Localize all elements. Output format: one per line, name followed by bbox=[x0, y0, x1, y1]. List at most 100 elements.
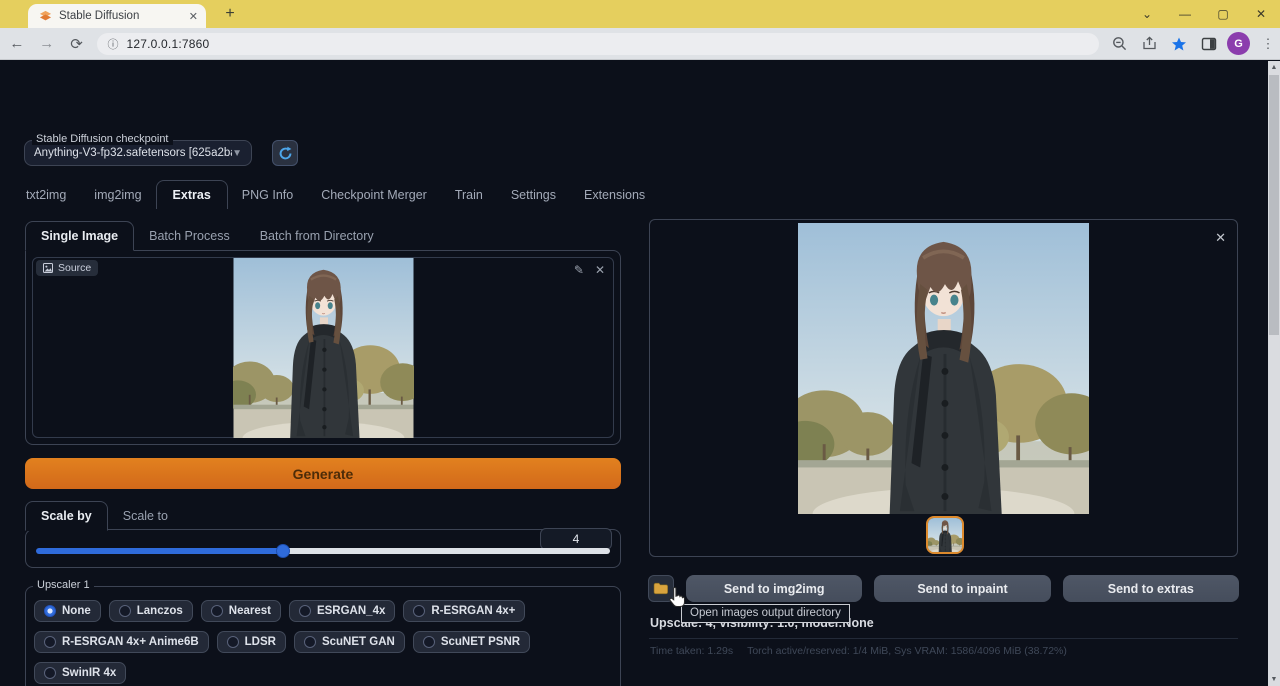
subtab-batch-from-directory[interactable]: Batch from Directory bbox=[245, 222, 389, 250]
scale-tabs: Scale byScale to bbox=[25, 501, 621, 530]
upscaler-1-option-nearest[interactable]: Nearest bbox=[201, 600, 281, 622]
upscaler-1-option-swinir-4x[interactable]: SwinIR 4x bbox=[34, 662, 126, 684]
upscaler-1-option-r-esrgan-4x-anime6b[interactable]: R-ESRGAN 4x+ Anime6B bbox=[34, 631, 209, 653]
close-window-icon[interactable]: ✕ bbox=[1242, 0, 1280, 28]
page-scrollbar[interactable]: ▲ ▼ bbox=[1268, 61, 1280, 686]
tab-checkpoint-merger[interactable]: Checkpoint Merger bbox=[307, 181, 441, 209]
checkpoint-dropdown[interactable]: Stable Diffusion checkpoint Anything-V3-… bbox=[24, 140, 252, 166]
profile-avatar[interactable]: G bbox=[1227, 32, 1250, 55]
image-drop-area[interactable]: Source ✎ ✕ bbox=[32, 257, 614, 438]
subtab-single-image[interactable]: Single Image bbox=[25, 221, 134, 251]
search-tabs-icon[interactable]: ⌄ bbox=[1128, 0, 1166, 28]
radio-icon[interactable] bbox=[413, 605, 425, 617]
option-label: ScuNET PSNR bbox=[441, 636, 520, 648]
tab-extensions[interactable]: Extensions bbox=[570, 181, 659, 209]
edit-image-icon[interactable]: ✎ bbox=[574, 263, 584, 277]
upscaler-1-option-r-esrgan-4x[interactable]: R-ESRGAN 4x+ bbox=[403, 600, 525, 622]
option-label: SwinIR 4x bbox=[62, 667, 116, 679]
screen: Stable Diffusion ✕ + ⌄ — ▢ ✕ ← → ⟳ ⓘ 127… bbox=[0, 0, 1280, 686]
refresh-icon bbox=[278, 146, 293, 161]
option-label: Nearest bbox=[229, 605, 271, 617]
upscaler-1-option-scunet-gan[interactable]: ScuNET GAN bbox=[294, 631, 405, 653]
clear-image-icon[interactable]: ✕ bbox=[595, 263, 605, 277]
send-to-img2img-button[interactable]: Send to img2img bbox=[686, 575, 862, 602]
slider-handle[interactable] bbox=[276, 544, 290, 558]
vram-text: Torch active/reserved: 1/4 MiB, Sys VRAM… bbox=[747, 645, 1067, 657]
generate-button[interactable]: Generate bbox=[25, 458, 621, 489]
upscaler-1-option-none[interactable]: None bbox=[34, 600, 101, 622]
radio-icon[interactable] bbox=[299, 605, 311, 617]
close-tab-icon[interactable]: ✕ bbox=[189, 10, 198, 23]
share-icon[interactable] bbox=[1137, 32, 1161, 56]
radio-icon[interactable] bbox=[119, 605, 131, 617]
zoom-icon[interactable] bbox=[1107, 32, 1131, 56]
maximize-icon[interactable]: ▢ bbox=[1204, 0, 1242, 28]
radio-icon[interactable] bbox=[211, 605, 223, 617]
tab-png-info[interactable]: PNG Info bbox=[228, 181, 307, 209]
image-icon bbox=[43, 263, 53, 273]
time-taken-text: Time taken: 1.29s bbox=[650, 645, 733, 657]
performance-footer: Time taken: 1.29s Torch active/reserved:… bbox=[650, 645, 1067, 657]
slider-track[interactable] bbox=[36, 548, 610, 554]
browser-tab-title: Stable Diffusion bbox=[59, 10, 189, 22]
scroll-down-icon[interactable]: ▼ bbox=[1268, 673, 1280, 686]
subtab-batch-process[interactable]: Batch Process bbox=[134, 222, 245, 250]
new-tab-button[interactable]: + bbox=[219, 3, 241, 25]
bookmark-star-icon[interactable] bbox=[1167, 32, 1191, 56]
tab-settings[interactable]: Settings bbox=[497, 181, 570, 209]
back-icon[interactable]: ← bbox=[4, 31, 30, 57]
radio-icon[interactable] bbox=[304, 636, 316, 648]
gallery-thumbnail-selected[interactable] bbox=[926, 516, 964, 554]
thumbnail-image bbox=[928, 518, 962, 552]
menu-kebab-icon[interactable]: ⋮ bbox=[1256, 32, 1280, 56]
radio-icon[interactable] bbox=[423, 636, 435, 648]
result-image[interactable] bbox=[798, 223, 1089, 514]
option-label: None bbox=[62, 605, 91, 617]
upscaler-1-option-lanczos[interactable]: Lanczos bbox=[109, 600, 193, 622]
tab-img2img[interactable]: img2img bbox=[80, 181, 155, 209]
forward-icon[interactable]: → bbox=[34, 31, 60, 57]
source-chip-label: Source bbox=[58, 262, 91, 274]
reload-icon[interactable]: ⟳ bbox=[64, 31, 90, 57]
tab-train[interactable]: Train bbox=[441, 181, 497, 209]
browser-tabstrip: Stable Diffusion ✕ + ⌄ — ▢ ✕ bbox=[0, 0, 1280, 28]
radio-icon[interactable] bbox=[44, 667, 56, 679]
send-to-inpaint-button[interactable]: Send to inpaint bbox=[874, 575, 1050, 602]
tab-extras[interactable]: Extras bbox=[156, 180, 228, 209]
main-tabs: txt2imgimg2imgExtrasPNG InfoCheckpoint M… bbox=[12, 179, 659, 209]
refresh-checkpoint-button[interactable] bbox=[272, 140, 298, 166]
checkpoint-value: Anything-V3-fp32.safetensors [625a2ba2] bbox=[34, 147, 232, 159]
url-text: 127.0.0.1:7860 bbox=[126, 37, 209, 51]
scaletab-scale-to[interactable]: Scale to bbox=[108, 502, 183, 530]
scaletab-scale-by[interactable]: Scale by bbox=[25, 501, 108, 531]
scrollbar-thumb[interactable] bbox=[1269, 75, 1279, 335]
source-image[interactable] bbox=[233, 258, 414, 438]
site-favicon-icon bbox=[39, 10, 52, 23]
url-bar[interactable]: ⓘ 127.0.0.1:7860 bbox=[97, 33, 1099, 55]
send-to-extras-button[interactable]: Send to extras bbox=[1063, 575, 1239, 602]
tab-txt2img[interactable]: txt2img bbox=[12, 181, 80, 209]
minimize-icon[interactable]: — bbox=[1166, 0, 1204, 28]
radio-icon[interactable] bbox=[227, 636, 239, 648]
option-label: ESRGAN_4x bbox=[317, 605, 385, 617]
extras-left-column: Single ImageBatch ProcessBatch from Dire… bbox=[25, 221, 621, 686]
upscaler-1-option-esrgan-4x[interactable]: ESRGAN_4x bbox=[289, 600, 395, 622]
upscaler-groups: Upscaler 1NoneLanczosNearestESRGAN_4xR-E… bbox=[25, 586, 621, 686]
upscaler-1-label: Upscaler 1 bbox=[33, 579, 94, 591]
radio-selected-icon[interactable] bbox=[44, 605, 56, 617]
browser-tab[interactable]: Stable Diffusion ✕ bbox=[28, 4, 206, 28]
option-label: R-ESRGAN 4x+ Anime6B bbox=[62, 636, 199, 648]
site-info-icon[interactable]: ⓘ bbox=[107, 36, 118, 52]
upscaler-1-option-scunet-psnr[interactable]: ScuNET PSNR bbox=[413, 631, 530, 653]
option-label: ScuNET GAN bbox=[322, 636, 395, 648]
extras-right-column: ✕ Send to img2img Send to inpaint Send to … bbox=[649, 219, 1238, 686]
radio-icon[interactable] bbox=[44, 636, 56, 648]
close-gallery-icon[interactable]: ✕ bbox=[1215, 230, 1226, 246]
side-panel-icon[interactable] bbox=[1197, 32, 1221, 56]
chevron-down-icon: ▼ bbox=[232, 148, 242, 159]
resize-fieldset: Resize 4 bbox=[25, 529, 621, 568]
resize-slider[interactable] bbox=[36, 544, 610, 557]
upscaler-1-option-ldsr[interactable]: LDSR bbox=[217, 631, 286, 653]
scroll-up-icon[interactable]: ▲ bbox=[1268, 61, 1280, 74]
checkpoint-label: Stable Diffusion checkpoint bbox=[32, 133, 173, 145]
